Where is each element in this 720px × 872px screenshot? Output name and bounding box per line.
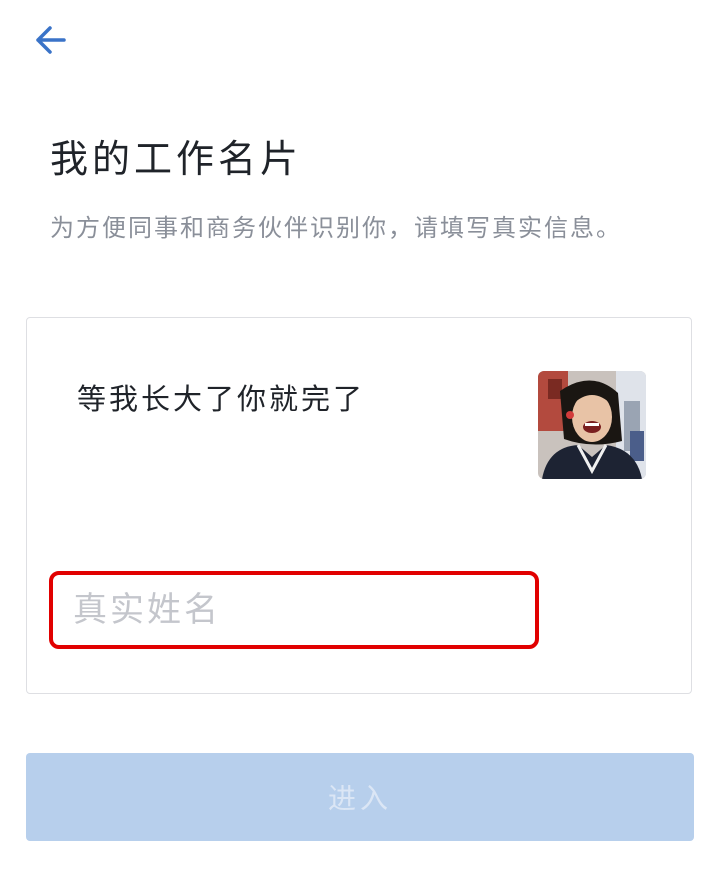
business-card: 等我长大了你就完了 bbox=[26, 317, 692, 694]
page-subtitle: 为方便同事和商务伙伴识别你，请填写真实信息。 bbox=[50, 214, 622, 242]
page-title: 我的工作名片 bbox=[50, 137, 303, 181]
card-display-name: 等我长大了你就完了 bbox=[77, 382, 366, 416]
real-name-input[interactable] bbox=[73, 575, 513, 645]
real-name-field-highlight bbox=[49, 571, 539, 649]
avatar[interactable] bbox=[538, 371, 646, 479]
back-button[interactable] bbox=[28, 20, 72, 60]
enter-button-label: 进入 bbox=[327, 782, 392, 815]
arrow-left-icon bbox=[36, 26, 66, 54]
enter-button[interactable]: 进入 bbox=[26, 753, 694, 841]
avatar-photo bbox=[538, 371, 646, 479]
